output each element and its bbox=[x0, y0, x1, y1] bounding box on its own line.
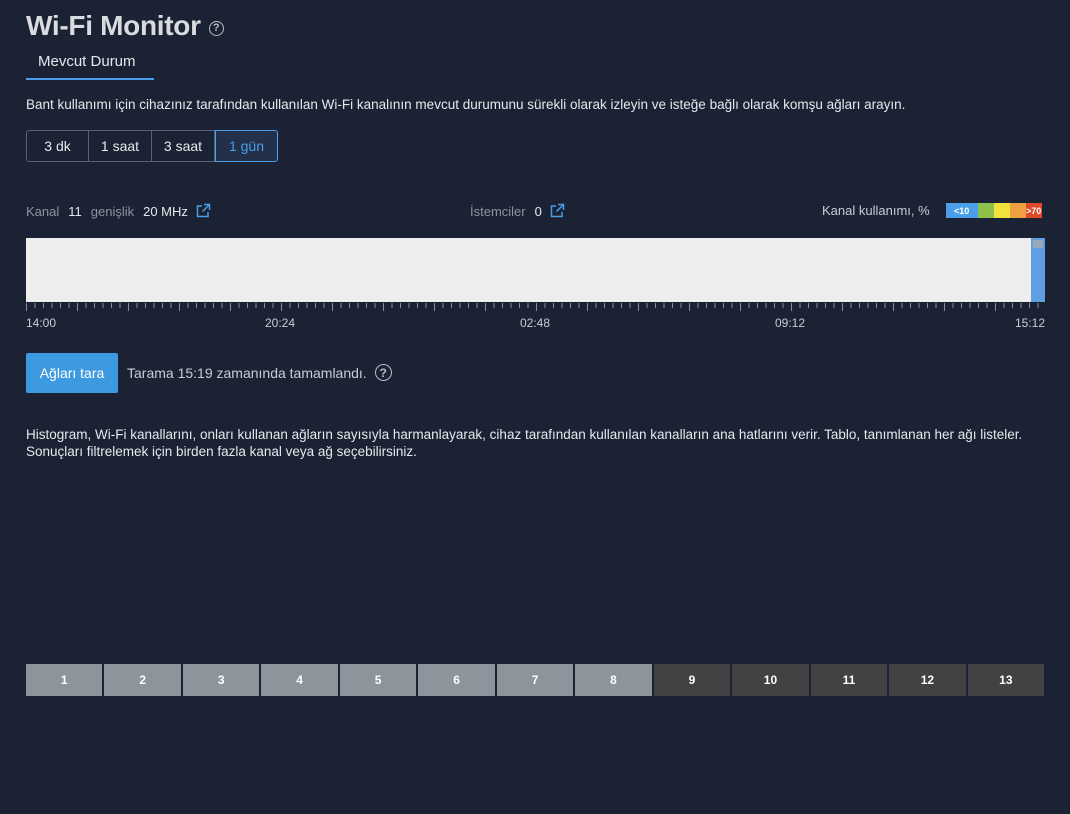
clients-info: İstemciler 0 bbox=[470, 203, 565, 219]
channel-cell[interactable]: 8 bbox=[575, 664, 654, 696]
scan-status: Tarama 15:19 zamanında tamamlandı. ? bbox=[127, 364, 392, 381]
page-title: Wi-Fi Monitor bbox=[26, 10, 201, 41]
monitor-description: Bant kullanımı için cihazınız tarafından… bbox=[26, 97, 906, 112]
range-1day-button[interactable]: 1 gün bbox=[215, 130, 278, 162]
channel-histogram: 1 2 3 4 5 6 7 8 9 10 11 12 13 bbox=[26, 664, 1045, 696]
usage-bar-peak bbox=[1033, 240, 1043, 248]
range-3hour-button[interactable]: 3 saat bbox=[152, 130, 215, 162]
scan-networks-button[interactable]: Ağları tara bbox=[26, 353, 118, 393]
legend-step bbox=[977, 203, 994, 218]
range-3min-button[interactable]: 3 dk bbox=[26, 130, 89, 162]
channel-value: 11 bbox=[68, 203, 82, 219]
channel-cell[interactable]: 5 bbox=[339, 664, 419, 696]
channel-cell[interactable]: 3 bbox=[182, 664, 262, 696]
channel-cell[interactable]: 2 bbox=[104, 664, 183, 696]
external-link-icon[interactable] bbox=[195, 203, 211, 219]
tab-current-status[interactable]: Mevcut Durum bbox=[26, 48, 154, 80]
clients-label: İstemciler bbox=[470, 203, 526, 219]
usage-label: Kanal kullanımı, % bbox=[822, 203, 930, 218]
legend-step bbox=[1009, 203, 1026, 218]
time-label: 15:12 bbox=[1015, 316, 1046, 330]
channel-cell[interactable]: 4 bbox=[261, 664, 340, 696]
question-circle-icon[interactable]: ? bbox=[208, 20, 224, 36]
external-link-icon[interactable] bbox=[549, 203, 565, 219]
histogram-description: Histogram, Wi-Fi kanallarını, onları kul… bbox=[26, 427, 1023, 459]
channel-cell[interactable]: 6 bbox=[418, 664, 497, 696]
tab-label: Mevcut Durum bbox=[38, 53, 136, 70]
channel-cell[interactable]: 13 bbox=[967, 664, 1045, 696]
legend-high: >70 bbox=[1025, 203, 1042, 218]
scan-status-text: Tarama 15:19 zamanında tamamlandı. bbox=[127, 364, 367, 381]
legend-step bbox=[993, 203, 1010, 218]
time-range-selector: 3 dk 1 saat 3 saat 1 gün bbox=[26, 130, 278, 162]
channel-cell[interactable]: 10 bbox=[732, 664, 811, 696]
time-label: 02:48 bbox=[520, 316, 551, 330]
channel-info: Kanal 11 genişlik 20 MHz bbox=[26, 203, 211, 219]
page-header: Wi-Fi Monitor ? bbox=[26, 10, 224, 42]
usage-info: Kanal kullanımı, % <10 >70 bbox=[822, 203, 1042, 218]
channel-cell[interactable]: 12 bbox=[889, 664, 968, 696]
clients-value: 0 bbox=[534, 203, 542, 219]
channel-label: Kanal bbox=[26, 203, 60, 219]
channel-cell[interactable]: 9 bbox=[653, 664, 733, 696]
channel-cell[interactable]: 7 bbox=[496, 664, 576, 696]
usage-legend: <10 >70 bbox=[945, 203, 1042, 218]
question-circle-icon[interactable]: ? bbox=[374, 364, 392, 381]
channel-usage-chart[interactable] bbox=[26, 238, 1045, 302]
range-1hour-button[interactable]: 1 saat bbox=[89, 130, 152, 162]
time-label: 20:24 bbox=[265, 316, 296, 330]
width-label: genişlik bbox=[90, 203, 135, 219]
time-label: 09:12 bbox=[775, 316, 806, 330]
width-value: 20 MHz bbox=[143, 203, 188, 219]
channel-cell[interactable]: 11 bbox=[810, 664, 890, 696]
timeline-ticks bbox=[26, 303, 1045, 311]
time-label: 14:00 bbox=[26, 316, 57, 330]
legend-low: <10 bbox=[945, 203, 978, 218]
channel-cell[interactable]: 1 bbox=[26, 664, 105, 696]
